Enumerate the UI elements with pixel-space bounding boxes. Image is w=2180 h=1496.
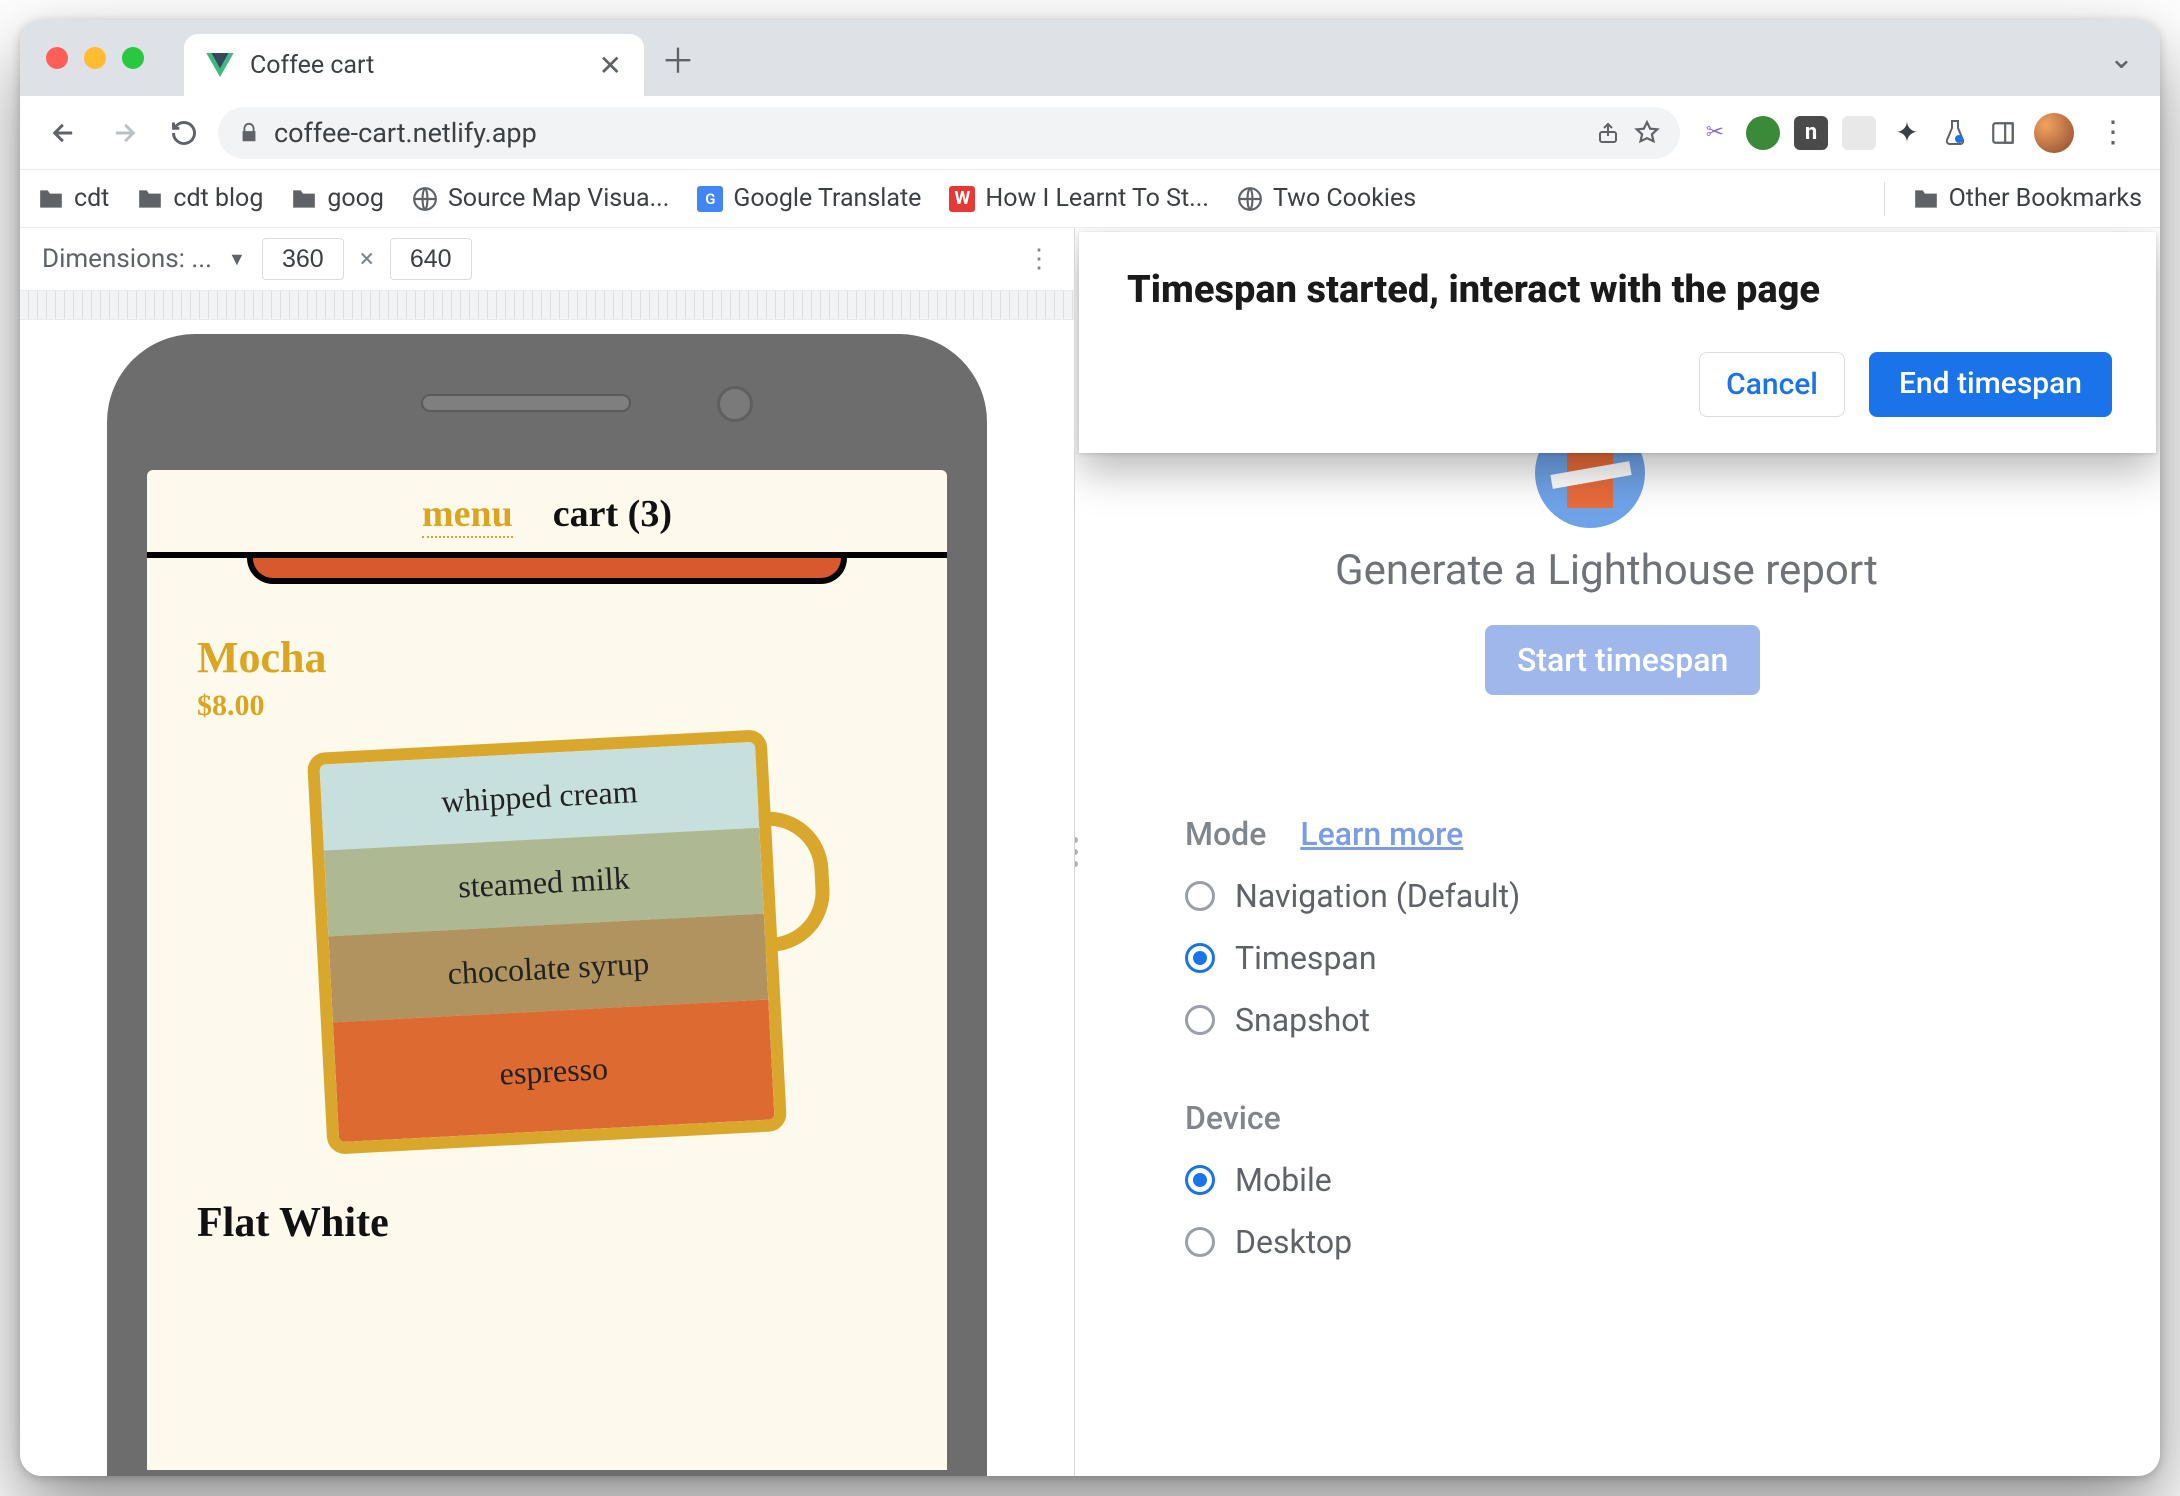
- end-timespan-button[interactable]: End timespan: [1869, 352, 2112, 417]
- translate-icon: G: [697, 186, 723, 212]
- window-controls: [46, 47, 144, 69]
- extension-notion-icon[interactable]: n: [1794, 116, 1828, 150]
- cup-illustration[interactable]: whipped cream steamed milk chocolate syr…: [317, 741, 777, 1143]
- bookmark-star-icon[interactable]: [1634, 120, 1660, 146]
- profile-avatar[interactable]: [2034, 113, 2074, 153]
- radio-icon: [1185, 1165, 1215, 1195]
- device-toolbar: Dimensions: ... ▼ × ⋮: [20, 228, 1074, 290]
- cup-layer: espresso: [333, 999, 775, 1142]
- radio-icon: [1185, 1005, 1215, 1035]
- globe-icon: [1237, 186, 1263, 212]
- folder-icon: [291, 188, 317, 210]
- app-nav: menu cart (3): [147, 470, 947, 548]
- w-icon: W: [949, 186, 975, 212]
- extension-scissors-icon[interactable]: ✂: [1698, 116, 1732, 150]
- product-title: Flat White: [147, 1143, 947, 1247]
- reload-button[interactable]: [158, 107, 210, 159]
- zoom-window-button[interactable]: [122, 47, 144, 69]
- phone-camera: [717, 386, 753, 422]
- radio-icon: [1185, 943, 1215, 973]
- phone-screen: menu cart (3) Mocha $8.00: [147, 470, 947, 1470]
- device-viewport-panel: Dimensions: ... ▼ × ⋮ menu cart (3): [20, 228, 1075, 1476]
- nav-cart-link[interactable]: cart (3): [553, 492, 672, 538]
- kebab-menu-button[interactable]: ⋮: [2088, 115, 2138, 150]
- width-input[interactable]: [262, 238, 344, 280]
- share-icon[interactable]: [1596, 120, 1620, 146]
- extension-green-icon[interactable]: [1746, 116, 1780, 150]
- devtools-lighthouse-panel: Generate a Lighthouse report Start times…: [1075, 228, 2160, 1476]
- start-timespan-button[interactable]: Start timespan: [1485, 625, 1760, 695]
- reading-list-icon[interactable]: [1986, 116, 2020, 150]
- decorative-notch: [247, 558, 847, 584]
- phone-speaker: [421, 394, 631, 412]
- ruler: [20, 290, 1074, 320]
- phone-frame: menu cart (3) Mocha $8.00: [107, 334, 987, 1476]
- device-kebab-menu[interactable]: ⋮: [1026, 244, 1052, 274]
- divider: [1884, 182, 1885, 216]
- product-price: $8.00: [197, 689, 897, 723]
- product-mocha: Mocha $8.00 whipped cream steamed milk c…: [147, 584, 947, 1143]
- address-bar: coffee-cart.netlify.app ✂ n ✦: [20, 96, 2160, 170]
- dimensions-label[interactable]: Dimensions: ...: [42, 244, 212, 274]
- mode-snapshot-radio[interactable]: Snapshot: [1185, 1001, 2160, 1039]
- forward-button[interactable]: [98, 107, 150, 159]
- back-button[interactable]: [38, 107, 90, 159]
- chevron-down-icon[interactable]: ▼: [228, 249, 246, 270]
- vue-icon: [206, 53, 234, 77]
- timespan-dialog: Timespan started, interact with the page…: [1079, 232, 2156, 453]
- bookmark-folder-cdt[interactable]: cdt: [38, 184, 109, 213]
- height-input[interactable]: [390, 238, 472, 280]
- dimension-x: ×: [360, 244, 374, 274]
- mode-timespan-radio[interactable]: Timespan: [1185, 939, 2160, 977]
- device-mobile-radio[interactable]: Mobile: [1185, 1161, 2160, 1199]
- folder-icon: [1913, 188, 1939, 210]
- product-title: Mocha: [197, 632, 897, 683]
- tab-title: Coffee cart: [250, 51, 583, 80]
- extension-grid-icon[interactable]: [1842, 116, 1876, 150]
- content-area: Dimensions: ... ▼ × ⋮ menu cart (3): [20, 228, 2160, 1476]
- omnibox[interactable]: coffee-cart.netlify.app: [218, 107, 1680, 159]
- other-bookmarks-folder[interactable]: Other Bookmarks: [1913, 184, 2142, 213]
- new-tab-button[interactable]: ＋: [652, 32, 704, 84]
- bookmark-source-map[interactable]: Source Map Visua...: [412, 184, 669, 213]
- extensions-row: ✂ n ✦ ⋮: [1698, 113, 2142, 153]
- bookmark-how-i-learnt[interactable]: W How I Learnt To St...: [949, 184, 1209, 213]
- minimize-window-button[interactable]: [84, 47, 106, 69]
- cancel-button[interactable]: Cancel: [1699, 352, 1845, 417]
- radio-icon: [1185, 1227, 1215, 1257]
- url-text: coffee-cart.netlify.app: [274, 117, 537, 149]
- folder-icon: [137, 188, 163, 210]
- bookmark-folder-goog[interactable]: goog: [291, 184, 384, 213]
- browser-window: Coffee cart ✕ ＋ ⌄ coffee-cart.netlify.ap…: [20, 20, 2160, 1476]
- bookmark-folder-cdt-blog[interactable]: cdt blog: [137, 184, 263, 213]
- bookmark-google-translate[interactable]: G Google Translate: [697, 184, 921, 213]
- tabs-dropdown-button[interactable]: ⌄: [2099, 41, 2144, 76]
- browser-tab[interactable]: Coffee cart ✕: [184, 34, 644, 96]
- dialog-title: Timespan started, interact with the page: [1127, 268, 2112, 312]
- radio-icon: [1185, 881, 1215, 911]
- folder-icon: [38, 188, 64, 210]
- lighthouse-heading: Generate a Lighthouse report: [1335, 546, 2160, 595]
- close-window-button[interactable]: [46, 47, 68, 69]
- mode-navigation-radio[interactable]: Navigation (Default): [1185, 877, 2160, 915]
- mode-section-label: Mode Learn more: [1185, 815, 2160, 853]
- bookmark-two-cookies[interactable]: Two Cookies: [1237, 184, 1416, 213]
- globe-icon: [412, 186, 438, 212]
- close-tab-button[interactable]: ✕: [599, 49, 622, 82]
- device-desktop-radio[interactable]: Desktop: [1185, 1223, 2160, 1261]
- nav-menu-link[interactable]: menu: [422, 492, 513, 538]
- extensions-puzzle-icon[interactable]: ✦: [1890, 116, 1924, 150]
- learn-more-link[interactable]: Learn more: [1300, 815, 1463, 853]
- bookmarks-bar: cdt cdt blog goog Source Map Visua... G …: [20, 170, 2160, 228]
- lock-icon: [238, 122, 260, 144]
- device-stage: menu cart (3) Mocha $8.00: [20, 320, 1074, 1476]
- device-section-label: Device: [1185, 1099, 2160, 1137]
- titlebar: Coffee cart ✕ ＋ ⌄: [20, 20, 2160, 96]
- extension-labs-icon[interactable]: [1938, 116, 1972, 150]
